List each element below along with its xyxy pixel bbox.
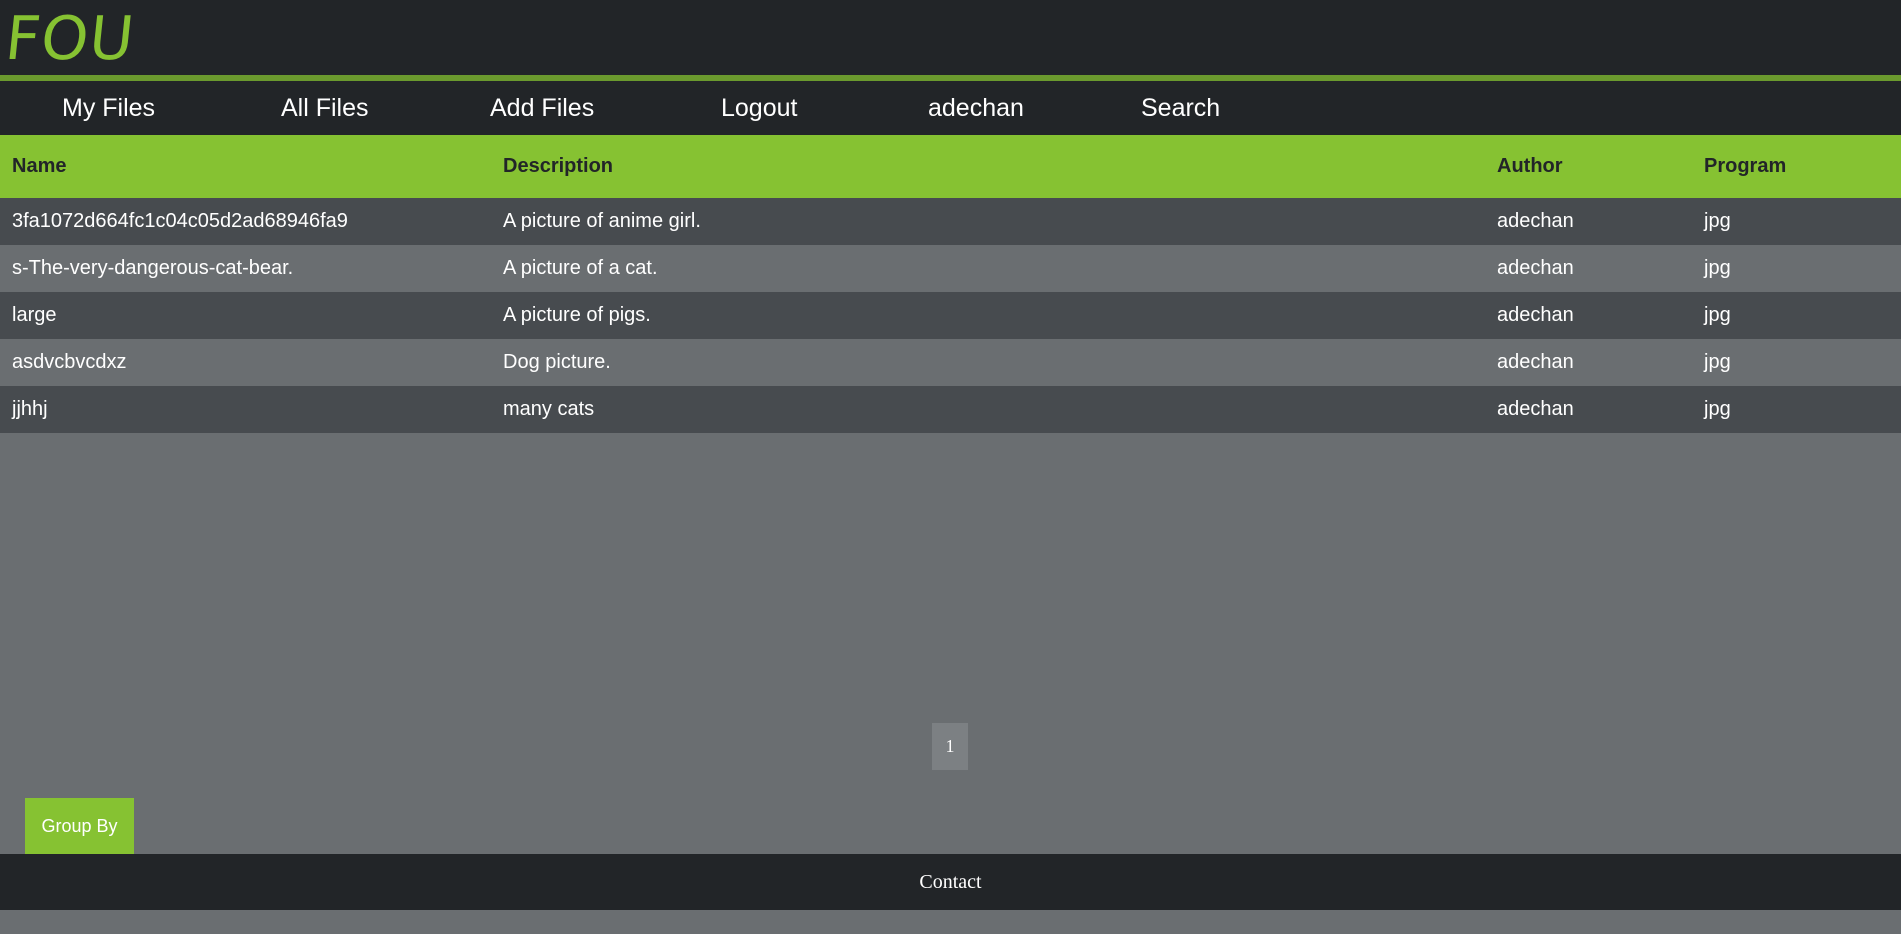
- cell-author: adechan: [1497, 351, 1574, 373]
- site-footer: Contact: [0, 854, 1901, 910]
- nav-username[interactable]: adechan: [928, 81, 1024, 135]
- site-logo[interactable]: FOU: [2, 4, 138, 74]
- files-table-container: Name Description Author Program 3fa1072d…: [0, 135, 1901, 433]
- cell-program: jpg: [1704, 210, 1731, 232]
- cell-program: jpg: [1704, 398, 1731, 420]
- cell-name: 3fa1072d664fc1c04c05d2ad68946fa9: [12, 210, 348, 232]
- nav-add-files[interactable]: Add Files: [490, 81, 594, 135]
- nav-my-files[interactable]: My Files: [62, 81, 155, 135]
- contact-link[interactable]: Contact: [919, 871, 981, 893]
- pagination-page-1[interactable]: 1: [932, 723, 968, 770]
- cell-program: jpg: [1704, 351, 1731, 373]
- cell-name: jjhhj: [12, 398, 48, 420]
- cell-author: adechan: [1497, 210, 1574, 232]
- cell-author: adechan: [1497, 398, 1574, 420]
- cell-description: many cats: [503, 398, 595, 420]
- cell-program: jpg: [1704, 257, 1731, 279]
- cell-name: asdvcbvcdxz: [12, 351, 127, 373]
- files-table: Name Description Author Program 3fa1072d…: [0, 135, 1901, 433]
- group-by-button[interactable]: Group By: [25, 798, 134, 854]
- column-header-program[interactable]: Program: [1692, 135, 1901, 198]
- cell-program: jpg: [1704, 304, 1731, 326]
- table-row[interactable]: large A picture of pigs. adechan jpg: [0, 292, 1901, 339]
- table-row[interactable]: s-The-very-dangerous-cat-bear. A picture…: [0, 245, 1901, 292]
- table-row[interactable]: 3fa1072d664fc1c04c05d2ad68946fa9 A pictu…: [0, 198, 1901, 245]
- cell-author: adechan: [1497, 257, 1574, 279]
- site-header: FOU: [0, 0, 1901, 75]
- cell-description: A picture of a cat.: [503, 257, 658, 279]
- column-header-author[interactable]: Author: [1485, 135, 1692, 198]
- cell-description: A picture of anime girl.: [503, 210, 701, 232]
- column-header-description[interactable]: Description: [491, 135, 1485, 198]
- cell-name: s-The-very-dangerous-cat-bear.: [12, 257, 294, 279]
- main-nav: My Files All Files Add Files Logout adec…: [0, 81, 1901, 135]
- cell-description: A picture of pigs.: [503, 304, 651, 326]
- cell-author: adechan: [1497, 304, 1574, 326]
- nav-all-files[interactable]: All Files: [281, 81, 369, 135]
- nav-logout[interactable]: Logout: [721, 81, 797, 135]
- table-header-row: Name Description Author Program: [0, 135, 1901, 198]
- cell-description: Dog picture.: [503, 351, 611, 373]
- table-row[interactable]: jjhhj many cats adechan jpg: [0, 386, 1901, 433]
- cell-name: large: [12, 304, 57, 326]
- table-row[interactable]: asdvcbvcdxz Dog picture. adechan jpg: [0, 339, 1901, 386]
- nav-search[interactable]: Search: [1141, 81, 1220, 135]
- column-header-name[interactable]: Name: [0, 135, 491, 198]
